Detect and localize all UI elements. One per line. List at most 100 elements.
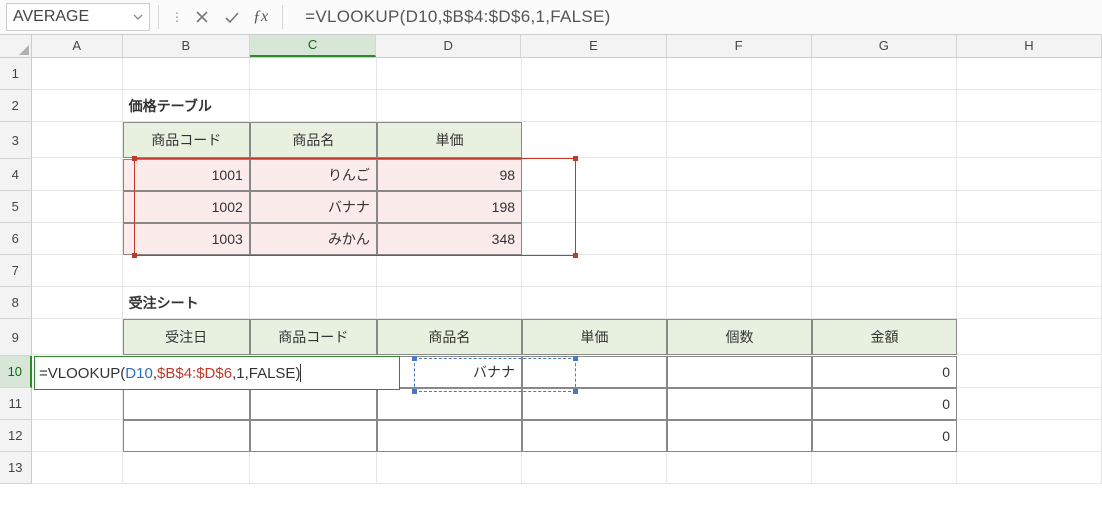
cell-C12[interactable] — [250, 420, 377, 452]
cell-D8[interactable] — [377, 287, 522, 319]
cell-D3[interactable]: 単価 — [377, 122, 522, 158]
cell-A5[interactable] — [32, 191, 123, 223]
cell-G3[interactable] — [812, 122, 957, 158]
cell-B7[interactable] — [123, 255, 250, 287]
cell-E3[interactable] — [522, 122, 667, 158]
cell-H13[interactable] — [957, 452, 1102, 484]
formula-edit-overlay[interactable]: =VLOOKUP(D10,$B$4:$D$6,1,FALSE) — [34, 356, 400, 390]
cell-A3[interactable] — [32, 122, 123, 158]
cell-H2[interactable] — [957, 90, 1102, 122]
row-header-8[interactable]: 8 — [0, 287, 32, 319]
fx-icon[interactable]: ƒx — [253, 8, 268, 26]
cell-B1[interactable] — [123, 58, 250, 90]
cell-B4[interactable]: 1001 — [123, 159, 250, 191]
cell-G7[interactable] — [812, 255, 957, 287]
col-header-H[interactable]: H — [957, 35, 1102, 57]
cell-E4[interactable] — [522, 159, 667, 191]
cell-G5[interactable] — [812, 191, 957, 223]
cell-D12[interactable] — [377, 420, 522, 452]
row-header-4[interactable]: 4 — [0, 159, 32, 191]
cell-D1[interactable] — [377, 58, 522, 90]
cell-C6[interactable]: みかん — [250, 223, 377, 255]
cell-F3[interactable] — [667, 122, 812, 158]
cell-D7[interactable] — [377, 255, 522, 287]
cell-E10[interactable] — [522, 356, 667, 388]
col-header-G[interactable]: G — [812, 35, 957, 57]
cell-A8[interactable] — [32, 287, 123, 319]
cell-B2[interactable]: 価格テーブル — [123, 90, 250, 122]
cell-D2[interactable] — [377, 90, 522, 122]
cell-E11[interactable] — [522, 388, 667, 420]
cell-E12[interactable] — [522, 420, 667, 452]
cell-H7[interactable] — [957, 255, 1102, 287]
cell-A12[interactable] — [32, 420, 123, 452]
cell-H8[interactable] — [957, 287, 1102, 319]
cell-E13[interactable] — [522, 452, 667, 484]
cell-C11[interactable] — [250, 388, 377, 420]
cancel-button[interactable] — [191, 6, 213, 28]
cell-A2[interactable] — [32, 90, 123, 122]
cell-A7[interactable] — [32, 255, 123, 287]
formula-input[interactable]: =VLOOKUP(D10,$B$4:$D$6,1,FALSE) — [291, 7, 611, 27]
cell-G13[interactable] — [812, 452, 957, 484]
col-header-A[interactable]: A — [32, 35, 123, 57]
cell-D5[interactable]: 198 — [377, 191, 522, 223]
cell-C5[interactable]: バナナ — [250, 191, 377, 223]
cell-H5[interactable] — [957, 191, 1102, 223]
cell-F11[interactable] — [667, 388, 812, 420]
cell-F8[interactable] — [667, 287, 812, 319]
cell-H9[interactable] — [957, 319, 1102, 355]
cell-A11[interactable] — [32, 388, 123, 420]
cell-F10[interactable] — [667, 356, 812, 388]
cell-F12[interactable] — [667, 420, 812, 452]
row-header-6[interactable]: 6 — [0, 223, 32, 255]
cell-C13[interactable] — [250, 452, 377, 484]
cell-F4[interactable] — [667, 159, 812, 191]
cell-B9[interactable]: 受注日 — [123, 319, 250, 355]
cell-G11[interactable]: 0 — [812, 388, 957, 420]
row-header-7[interactable]: 7 — [0, 255, 32, 287]
cell-E5[interactable] — [522, 191, 667, 223]
cell-H1[interactable] — [957, 58, 1102, 90]
cell-B8[interactable]: 受注シート — [123, 287, 250, 319]
cell-D6[interactable]: 348 — [377, 223, 522, 255]
cell-B6[interactable]: 1003 — [123, 223, 250, 255]
col-header-D[interactable]: D — [376, 35, 521, 57]
row-header-9[interactable]: 9 — [0, 319, 32, 356]
cell-H12[interactable] — [957, 420, 1102, 452]
cell-G10[interactable]: 0 — [812, 356, 957, 388]
cell-F2[interactable] — [667, 90, 812, 122]
cell-C7[interactable] — [250, 255, 377, 287]
cell-F9[interactable]: 個数 — [667, 319, 812, 355]
cell-H11[interactable] — [957, 388, 1102, 420]
cell-A1[interactable] — [32, 58, 123, 90]
cell-G1[interactable] — [812, 58, 957, 90]
cell-C9[interactable]: 商品コード — [250, 319, 377, 355]
cell-H6[interactable] — [957, 223, 1102, 255]
expand-icon[interactable]: ⋮ — [171, 10, 183, 24]
cell-G9[interactable]: 金額 — [812, 319, 957, 355]
cell-A9[interactable] — [32, 319, 123, 355]
cell-B11[interactable] — [123, 388, 250, 420]
col-header-F[interactable]: F — [667, 35, 812, 57]
row-header-12[interactable]: 12 — [0, 420, 32, 452]
cell-F1[interactable] — [667, 58, 812, 90]
cell-F5[interactable] — [667, 191, 812, 223]
cell-G12[interactable]: 0 — [812, 420, 957, 452]
row-header-2[interactable]: 2 — [0, 90, 32, 122]
cell-C8[interactable] — [250, 287, 377, 319]
col-header-C[interactable]: C — [250, 35, 376, 57]
enter-button[interactable] — [221, 6, 243, 28]
cell-H10[interactable] — [957, 356, 1102, 388]
row-header-10[interactable]: 10 — [0, 356, 32, 388]
cell-G6[interactable] — [812, 223, 957, 255]
row-header-5[interactable]: 5 — [0, 191, 32, 223]
cell-A13[interactable] — [32, 452, 123, 484]
row-header-11[interactable]: 11 — [0, 388, 32, 420]
row-header-3[interactable]: 3 — [0, 122, 32, 159]
select-all-corner[interactable] — [0, 35, 32, 57]
col-header-B[interactable]: B — [123, 35, 250, 57]
cell-C1[interactable] — [250, 58, 377, 90]
cell-F7[interactable] — [667, 255, 812, 287]
cell-G8[interactable] — [812, 287, 957, 319]
